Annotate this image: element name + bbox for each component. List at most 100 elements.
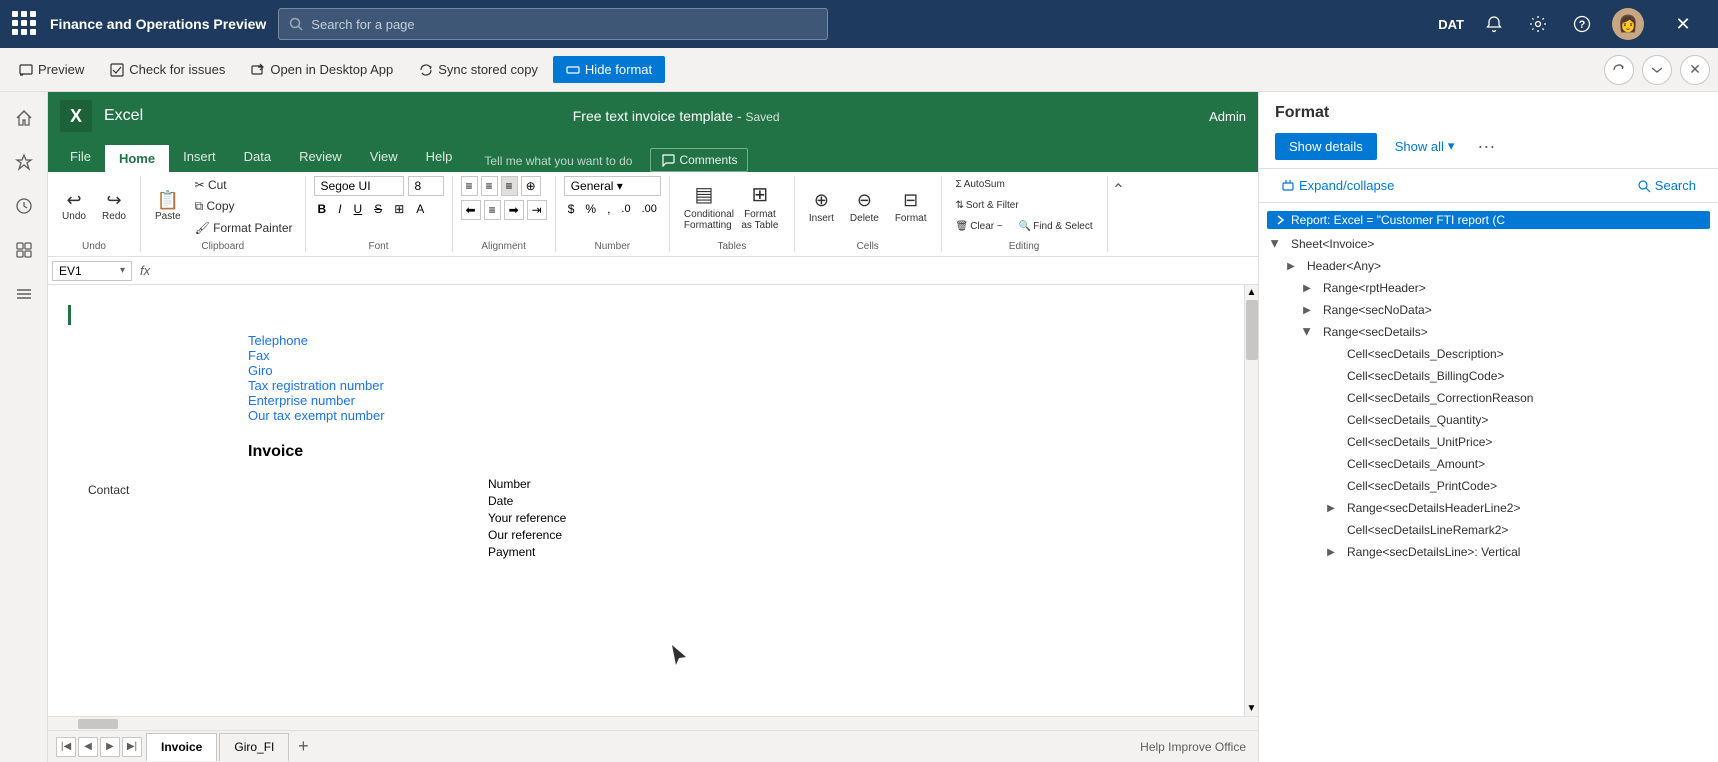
toolbar-close-icon[interactable]: ✕ — [1680, 55, 1710, 85]
align-center-button[interactable]: ≡ — [484, 200, 501, 220]
notifications-icon[interactable] — [1480, 10, 1508, 38]
check-issues-button[interactable]: Check for issues — [99, 56, 236, 83]
tree-item-cell-secdesc[interactable]: ▶ Cell<secDetails_Description> — [1259, 343, 1718, 365]
tree-item-range-headerline2[interactable]: ▶ Range<secDetailsHeaderLine2> — [1259, 497, 1718, 519]
scroll-down-button[interactable]: ▼ — [1245, 703, 1258, 716]
align-top-center-button[interactable]: ≡ — [481, 176, 498, 196]
help-icon[interactable]: ? — [1568, 10, 1596, 38]
find-select-button[interactable]: 🔍 Find & Select — [1013, 218, 1099, 235]
expand-collapse-button[interactable]: Expand/collapse — [1275, 175, 1400, 196]
scroll-up-button[interactable]: ▲ — [1245, 285, 1258, 298]
delete-cell-button[interactable]: ⊖ Delete — [844, 187, 885, 227]
tab-view[interactable]: View — [356, 143, 412, 172]
recent-nav-icon[interactable] — [6, 188, 42, 224]
show-all-button[interactable]: Show all ▾ — [1385, 132, 1465, 160]
number-format-selector[interactable]: General ▾ — [564, 176, 661, 196]
sheet-tab-invoice[interactable]: Invoice — [146, 733, 217, 761]
tab-data[interactable]: Data — [230, 143, 285, 172]
decimal-increase-button[interactable]: .0 — [617, 201, 634, 217]
horizontal-scroll-area[interactable] — [48, 716, 1258, 730]
star-nav-icon[interactable] — [6, 144, 42, 180]
conditional-formatting-button[interactable]: ▤ Conditional Formatting — [678, 179, 730, 234]
decimal-decrease-button[interactable]: .00 — [638, 201, 661, 217]
align-top-right-button[interactable]: ≡ — [501, 176, 518, 196]
sort-filter-button[interactable]: ⇅ Sort & Filter — [950, 197, 1025, 214]
cut-button[interactable]: ✂ Cut — [191, 176, 297, 194]
tree-item-range-secnodata[interactable]: ▶ Range<secNoData> — [1259, 299, 1718, 321]
tree-item-cell-unitprice[interactable]: ▶ Cell<secDetails_UnitPrice> — [1259, 431, 1718, 453]
tree-item-sheet-invoice[interactable]: ▶ Sheet<Invoice> — [1259, 233, 1718, 255]
paste-button[interactable]: 📋 Paste — [149, 188, 187, 225]
comma-button[interactable]: , — [603, 200, 614, 218]
tree-search-button[interactable]: Search — [1631, 175, 1702, 196]
h-scroll-thumb[interactable] — [78, 719, 118, 729]
underline-button[interactable]: U — [350, 200, 367, 218]
italic-button[interactable]: I — [334, 200, 345, 218]
scroll-thumb[interactable] — [1246, 300, 1258, 360]
cell-ref-dropdown[interactable]: ▾ — [120, 265, 125, 276]
tax-reg-link[interactable]: Tax registration number — [248, 378, 384, 393]
giro-link[interactable]: Giro — [248, 363, 273, 378]
telephone-link[interactable]: Telephone — [248, 333, 308, 348]
enterprise-link[interactable]: Enterprise number — [248, 393, 355, 408]
more-options-button[interactable]: ··· — [1472, 132, 1500, 160]
tab-file[interactable]: File — [56, 143, 105, 172]
sheet-tab-giro[interactable]: Giro_FI — [219, 733, 289, 761]
sheet-first-button[interactable]: |◀ — [56, 737, 76, 757]
percent-button[interactable]: % — [581, 200, 600, 218]
merge-button[interactable]: ⊕ — [521, 176, 541, 196]
tree-item-range-rptheader[interactable]: ▶ Range<rptHeader> — [1259, 277, 1718, 299]
align-left-button[interactable]: ⬅ — [461, 200, 481, 220]
sync-button[interactable]: Sync stored copy — [408, 56, 549, 83]
preview-button[interactable]: Preview — [8, 56, 95, 83]
tab-help[interactable]: Help — [412, 143, 467, 172]
refresh-icon[interactable] — [1604, 55, 1634, 85]
tab-insert[interactable]: Insert — [169, 143, 230, 172]
close-button[interactable]: ✕ — [1660, 8, 1706, 40]
undo-button[interactable]: ↩ Undo — [56, 188, 92, 225]
tab-home[interactable]: Home — [105, 145, 169, 172]
tax-exempt-link[interactable]: Our tax exempt number — [248, 408, 385, 423]
waffle-menu[interactable] — [12, 11, 38, 37]
tree-item-cell-correction[interactable]: ▶ Cell<secDetails_CorrectionReason — [1259, 387, 1718, 409]
ribbon-collapse-button[interactable]: ⌃ — [1108, 176, 1129, 252]
border-button[interactable]: ⊞ — [390, 200, 408, 218]
font-size-selector[interactable]: 8 — [408, 176, 444, 196]
sheet-last-button[interactable]: ▶| — [122, 737, 142, 757]
tell-me-label[interactable]: Tell me what you want to do — [474, 150, 642, 172]
sheet-prev-button[interactable]: ◀ — [78, 737, 98, 757]
tree-item-cell-billing[interactable]: ▶ Cell<secDetails_BillingCode> — [1259, 365, 1718, 387]
tree-item-cell-printcode[interactable]: ▶ Cell<secDetails_PrintCode> — [1259, 475, 1718, 497]
copy-button[interactable]: ⧉ Copy — [191, 197, 297, 216]
clear-button[interactable]: 🗑 Clear ~ — [950, 218, 1009, 235]
workspace-nav-icon[interactable] — [6, 232, 42, 268]
font-selector[interactable]: Segoe UI — [314, 176, 404, 196]
vertical-scrollbar[interactable]: ▲ ▼ — [1244, 285, 1258, 716]
tree-item-range-detailsline[interactable]: ▶ Range<secDetailsLine>: Vertical — [1259, 541, 1718, 563]
tree-item-header-any[interactable]: ▶ Header<Any> — [1259, 255, 1718, 277]
sheet-next-button[interactable]: ▶ — [100, 737, 120, 757]
tab-review[interactable]: Review — [285, 143, 356, 172]
menu-nav-icon[interactable] — [6, 276, 42, 312]
show-details-button[interactable]: Show details — [1275, 133, 1377, 160]
tree-item-range-secdetails[interactable]: ▶ Range<secDetails> — [1259, 321, 1718, 343]
tree-root-item[interactable]: Report: Excel = "Customer FTI report (C — [1267, 211, 1710, 229]
comments-button[interactable]: Comments — [650, 148, 748, 172]
home-nav-icon[interactable] — [6, 100, 42, 136]
tree-item-cell-lineremark[interactable]: ▶ Cell<secDetailsLineRemark2> — [1259, 519, 1718, 541]
settings-icon[interactable] — [1524, 10, 1552, 38]
bold-button[interactable]: B — [314, 200, 331, 218]
formula-input[interactable] — [158, 264, 1254, 278]
align-top-left-button[interactable]: ≡ — [461, 176, 478, 196]
insert-cell-button[interactable]: ⊕ Insert — [803, 187, 840, 227]
currency-button[interactable]: $ — [564, 200, 579, 218]
user-avatar[interactable]: 👩 — [1612, 8, 1644, 40]
strikethrough-button[interactable]: S — [370, 200, 386, 218]
font-color-button[interactable]: A — [412, 200, 428, 218]
expand-icon[interactable] — [1642, 55, 1672, 85]
tree-item-cell-amount[interactable]: ▶ Cell<secDetails_Amount> — [1259, 453, 1718, 475]
format-cell-button[interactable]: ⊟ Format — [889, 187, 933, 227]
format-painter-button[interactable]: 🖌 Format Painter — [191, 219, 297, 237]
hide-format-button[interactable]: Hide format — [553, 56, 665, 83]
autosum-button[interactable]: Σ AutoSum — [950, 176, 1011, 193]
